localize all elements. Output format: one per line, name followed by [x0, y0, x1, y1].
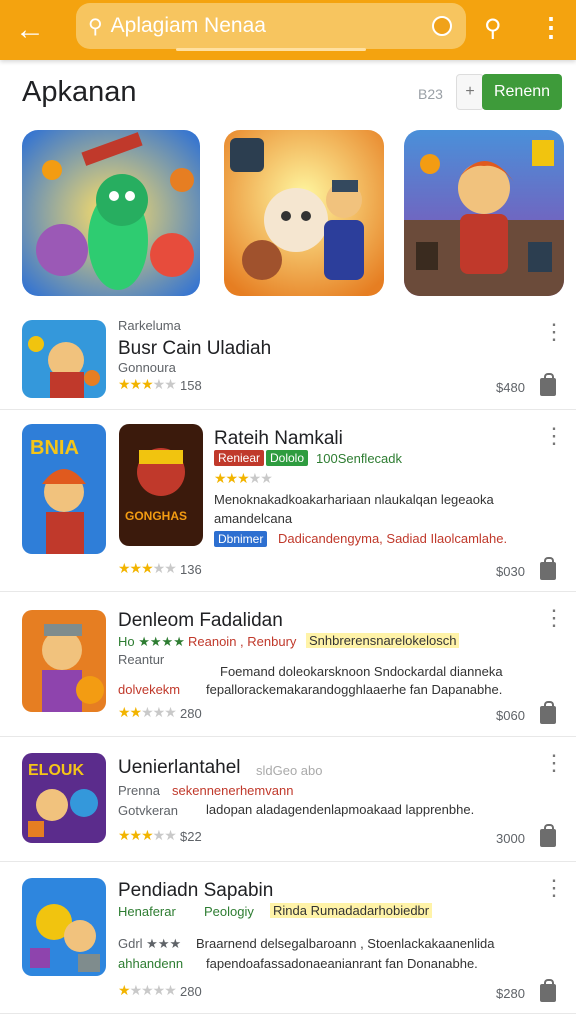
mic-icon[interactable]: [432, 16, 452, 36]
featured-art-3: [404, 130, 564, 296]
app-meta: Prenna: [118, 783, 160, 798]
add-button[interactable]: +: [456, 74, 484, 110]
app-meta: Reantur: [118, 652, 165, 667]
list-item[interactable]: ELOUK Uenierlantahel sldGeo abo Prenna s…: [0, 737, 576, 862]
genre-tag: Dololo: [266, 450, 309, 466]
app-icon: BNIA: [22, 424, 106, 554]
rating-stars: ★★★★★: [118, 560, 177, 576]
search-icon: ⚲: [88, 15, 103, 38]
app-cover-label: BNIA: [30, 437, 79, 459]
app-icon: ELOUK: [22, 753, 106, 843]
price: $030: [496, 564, 525, 579]
app-title: Busr Cain Uladiah: [118, 338, 272, 359]
shopping-bag-icon[interactable]: [540, 824, 556, 847]
app-meta: 100Senflecadk: [316, 451, 403, 466]
rating-count: 280: [180, 706, 202, 721]
app-subtitle: Gonnoura: [118, 360, 176, 375]
app-meta: sldGeo abo: [256, 763, 323, 778]
search-input-text: Aplagiam Nenaa: [110, 14, 266, 37]
rating-count: $22: [180, 829, 202, 844]
page-title: Apkanan: [22, 76, 137, 108]
rating-count: 280: [180, 984, 202, 999]
app-meta: Reanoin , Renbury: [188, 634, 297, 649]
app-overline: Rarkeluma: [118, 318, 181, 333]
app-description: Braarnend delsegalbaroann , Stoenlackaka…: [196, 936, 495, 951]
shopping-bag-icon[interactable]: [540, 979, 556, 1002]
app-title: Pendiadn Sapabin: [118, 880, 274, 901]
list-item[interactable]: Rarkeluma Busr Cain Uladiah Gonnoura ★★★…: [0, 308, 576, 410]
list-item[interactable]: Denleom Fadalidan Ho ★★★★ Reanoin , Renb…: [0, 592, 576, 737]
search-underline: [176, 48, 366, 51]
app-description: fapendoafassadonaeanianrant fan Donanabh…: [206, 956, 478, 971]
search-input[interactable]: ⚲ Aplagiam Nenaa: [76, 3, 466, 51]
rating-stars: ★★★★★: [118, 704, 177, 720]
featured-card-3[interactable]: [404, 130, 564, 296]
app-icon: [22, 878, 106, 976]
top-app-bar: ← ⚲ Aplagiam Nenaa ⚲ ⋮: [0, 0, 576, 60]
list-item[interactable]: Pendiadn Sapabin Henaferar Peologiy Rind…: [0, 862, 576, 1014]
app-meta: sekennenerhemvann: [172, 783, 294, 798]
app-meta: Gotvkeran: [118, 803, 178, 818]
list-item[interactable]: BNIA GONGHAS Rateih Namkali Reniear Dolo…: [0, 410, 576, 592]
app-meta: ahhandenn: [118, 956, 184, 971]
genre-tag: Reniear: [214, 450, 265, 466]
more-vertical-icon[interactable]: ⋮: [543, 607, 565, 629]
highlight-badge: Rinda Rumadadarhobiedbr: [270, 903, 433, 918]
app-title: Rateih Namkali: [214, 428, 343, 449]
more-vertical-icon[interactable]: ⋮: [538, 12, 564, 43]
rating-stars: ★★★★★: [118, 376, 177, 392]
app-poster-label: GONGHAS: [125, 509, 187, 523]
app-icon: [22, 320, 106, 398]
app-description: fepallorackemakarandogghlaaerhe fan Dapa…: [206, 682, 503, 697]
more-vertical-icon[interactable]: ⋮: [543, 425, 565, 447]
shopping-bag-icon[interactable]: [540, 701, 556, 724]
primary-action-button[interactable]: Renenn: [482, 74, 562, 110]
app-meta: Gdrl ★★★: [118, 936, 182, 951]
more-vertical-icon[interactable]: ⋮: [543, 321, 565, 343]
app-badge-label: ELOUK: [28, 762, 84, 779]
app-description: Foemand doleokarsknoon Sndockardal diann…: [220, 664, 503, 679]
result-count: B23: [418, 86, 443, 102]
price: $280: [496, 986, 525, 1001]
rating-count: 136: [180, 562, 202, 577]
highlight-badge: Snhbrerensnarelokelosch: [306, 633, 460, 648]
featured-card-2[interactable]: [224, 130, 384, 296]
app-icon: [22, 610, 106, 712]
price: 3000: [496, 831, 525, 846]
rating-count: 158: [180, 378, 202, 393]
rating-stars: ★★★★★: [118, 827, 177, 843]
info-tag: Dbnimer: [214, 531, 268, 547]
rating-stars: ★★★★★: [118, 982, 177, 998]
price: $060: [496, 708, 525, 723]
app-title: Denleom Fadalidan: [118, 610, 283, 631]
app-meta: Peologiy: [204, 904, 254, 919]
price: $480: [496, 380, 525, 395]
search-icon[interactable]: ⚲: [484, 14, 502, 43]
more-vertical-icon[interactable]: ⋮: [543, 752, 565, 774]
app-meta: Henaferar: [118, 904, 176, 919]
rating-stars: ★★★★★: [214, 470, 273, 486]
app-meta: Ho ★★★★: [118, 634, 185, 649]
app-description: Dadicandengyma, Sadiad Ilaolcamlahe.: [278, 531, 508, 546]
shopping-bag-icon[interactable]: [540, 373, 556, 396]
app-description: Menoknakadkoakarhariaan nlaukalqan legea…: [214, 492, 494, 507]
app-meta: dolvekekm: [118, 682, 181, 697]
app-poster: GONGHAS: [119, 424, 203, 546]
app-title: Uenierlantahel: [118, 757, 241, 778]
shopping-bag-icon[interactable]: [540, 557, 556, 580]
app-description: amandelcana: [214, 511, 293, 526]
featured-card-1[interactable]: [22, 130, 200, 296]
featured-art-1: [22, 130, 200, 296]
more-vertical-icon[interactable]: ⋮: [543, 877, 565, 899]
featured-art-2: [224, 130, 384, 296]
app-description: ladopan aladagendenlapmoakaad lapprenbhe…: [206, 802, 475, 817]
arrow-left-icon[interactable]: ←: [0, 0, 60, 60]
